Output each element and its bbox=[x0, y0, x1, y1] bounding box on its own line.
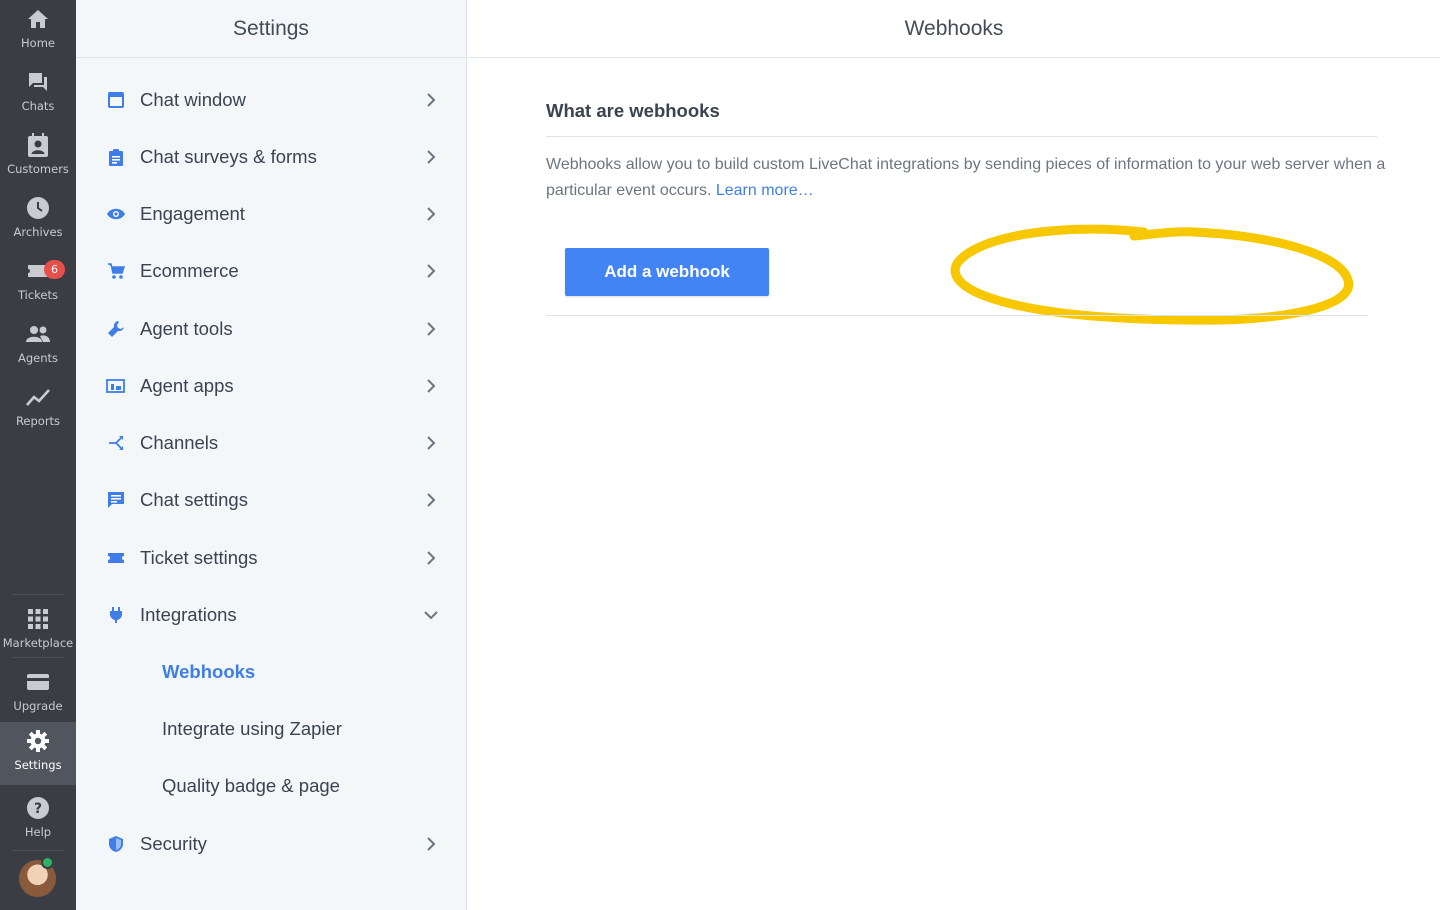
chats-icon bbox=[25, 69, 51, 95]
rail-item-chats[interactable]: Chats bbox=[0, 63, 76, 126]
sidebar-item-ecommerce[interactable]: Ecommerce bbox=[76, 242, 466, 299]
page-title: Webhooks bbox=[468, 0, 1440, 58]
rail-label: Chats bbox=[21, 99, 55, 113]
sidebar-item-label: Agent apps bbox=[140, 374, 234, 396]
rail-divider bbox=[12, 594, 64, 595]
shield-icon bbox=[106, 834, 126, 854]
chevron-right-icon bbox=[424, 492, 438, 507]
section-title: What are webhooks bbox=[546, 100, 720, 121]
sidebar-item-label: Chat settings bbox=[140, 488, 248, 510]
sidebar-item-ticket-settings[interactable]: Ticket settings bbox=[76, 529, 466, 586]
rail-label: Tickets bbox=[17, 288, 58, 302]
svg-text:?: ? bbox=[34, 801, 42, 817]
sidebar-item-label: Ecommerce bbox=[140, 259, 239, 281]
ticket-settings-icon bbox=[106, 548, 126, 568]
rail-item-upgrade[interactable]: Upgrade bbox=[0, 663, 76, 726]
add-webhook-button[interactable]: Add a webhook bbox=[565, 248, 769, 296]
home-icon bbox=[25, 6, 51, 32]
sidebar-item-chat-window[interactable]: Chat window bbox=[76, 71, 466, 128]
chevron-right-icon bbox=[424, 206, 438, 221]
rail-label: Upgrade bbox=[13, 699, 63, 713]
sidebar-item-security[interactable]: Security bbox=[76, 815, 466, 872]
rail-item-reports[interactable]: Reports bbox=[0, 378, 76, 441]
main-panel: Webhooks What are webhooks Webhooks allo… bbox=[468, 0, 1440, 910]
sidebar-item-label: Chat surveys & forms bbox=[140, 145, 317, 167]
highlight-circle-annotation bbox=[950, 224, 1354, 325]
sidebar-item-integrations[interactable]: Integrations bbox=[76, 586, 466, 643]
sidebar-item-chat-settings[interactable]: Chat settings bbox=[76, 471, 466, 528]
sidebar-item-label: Security bbox=[140, 832, 207, 854]
card-icon bbox=[25, 669, 51, 695]
sidebar-title: Settings bbox=[76, 0, 466, 58]
sidebar-item-label: Channels bbox=[140, 431, 219, 453]
sidebar-item-agent-tools[interactable]: Agent tools bbox=[76, 300, 466, 357]
rail-item-agents[interactable]: Agents bbox=[0, 315, 76, 378]
rail-divider bbox=[12, 657, 64, 658]
learn-more-link[interactable]: Learn more… bbox=[716, 182, 814, 199]
sidebar-item-label: Agent tools bbox=[140, 317, 233, 339]
rail-item-tickets[interactable]: Tickets bbox=[0, 252, 76, 315]
reports-icon bbox=[25, 384, 51, 410]
sidebar-item-channels[interactable]: Channels bbox=[76, 414, 466, 471]
chevron-right-icon bbox=[424, 92, 438, 107]
rail-item-customers[interactable]: Customers bbox=[0, 126, 76, 189]
clipboard-icon bbox=[106, 147, 126, 167]
rail-label: Archives bbox=[13, 225, 63, 239]
rail-item-archives[interactable]: Archives bbox=[0, 189, 76, 252]
sidebar-item-label: Integrations bbox=[140, 603, 237, 625]
customers-icon bbox=[25, 132, 51, 158]
wrench-icon bbox=[106, 319, 126, 339]
sidebar-item-chat-surveys[interactable]: Chat surveys & forms bbox=[76, 128, 466, 185]
chevron-right-icon bbox=[424, 550, 438, 565]
chevron-right-icon bbox=[424, 378, 438, 393]
chevron-down-icon bbox=[424, 608, 438, 622]
rail-item-help[interactable]: ? Help bbox=[0, 789, 76, 852]
sidebar-item-label: Ticket settings bbox=[140, 546, 258, 568]
sidebar-subitem-webhooks[interactable]: Webhooks bbox=[162, 643, 255, 700]
chevron-right-icon bbox=[424, 263, 438, 278]
rail-label: Settings bbox=[14, 758, 62, 772]
rail-item-home[interactable]: Home bbox=[0, 0, 76, 63]
channels-icon bbox=[106, 433, 126, 453]
description-text: Webhooks allow you to build custom LiveC… bbox=[546, 156, 1386, 199]
window-icon bbox=[106, 90, 126, 110]
rail-label: Help bbox=[24, 825, 52, 839]
sidebar-item-engagement[interactable]: Engagement bbox=[76, 185, 466, 242]
chat-settings-icon bbox=[106, 490, 126, 510]
chevron-right-icon bbox=[424, 836, 438, 851]
rail-label: Customers bbox=[7, 162, 69, 176]
sidebar-subitem-zapier[interactable]: Integrate using Zapier bbox=[162, 700, 342, 757]
grid-icon bbox=[25, 606, 51, 632]
rail-label: Home bbox=[21, 36, 55, 50]
content-divider bbox=[546, 315, 1368, 316]
agents-icon bbox=[25, 321, 51, 347]
help-icon: ? bbox=[25, 795, 51, 821]
chevron-right-icon bbox=[424, 435, 438, 450]
plug-icon bbox=[106, 605, 126, 625]
rail-label: Agents bbox=[17, 351, 59, 365]
chevron-right-icon bbox=[424, 321, 438, 336]
online-status-dot bbox=[41, 856, 54, 869]
clock-icon bbox=[25, 195, 51, 221]
rail-label: Marketplace bbox=[2, 636, 74, 650]
chevron-right-icon bbox=[424, 149, 438, 164]
tickets-badge: 6 bbox=[44, 260, 65, 279]
rail-label: Reports bbox=[15, 414, 61, 428]
sidebar-item-label: Engagement bbox=[140, 202, 245, 224]
sidebar-item-agent-apps[interactable]: Agent apps bbox=[76, 357, 466, 414]
apps-icon bbox=[106, 376, 126, 396]
cart-icon bbox=[106, 261, 126, 281]
gear-icon bbox=[25, 728, 51, 754]
settings-sidebar: Settings Chat window Chat surveys & form… bbox=[76, 0, 467, 910]
section-description: Webhooks allow you to build custom LiveC… bbox=[546, 152, 1386, 204]
section-divider bbox=[546, 136, 1377, 137]
app-rail: Home Chats Customers Archives Tickets Ag… bbox=[0, 0, 76, 910]
rail-divider bbox=[12, 850, 64, 851]
sidebar-subitem-quality-badge[interactable]: Quality badge & page bbox=[162, 757, 340, 814]
rail-item-settings[interactable]: Settings bbox=[0, 722, 76, 785]
sidebar-item-label: Chat window bbox=[140, 88, 246, 110]
rail-item-marketplace[interactable]: Marketplace bbox=[0, 600, 76, 663]
eye-icon bbox=[106, 204, 126, 224]
